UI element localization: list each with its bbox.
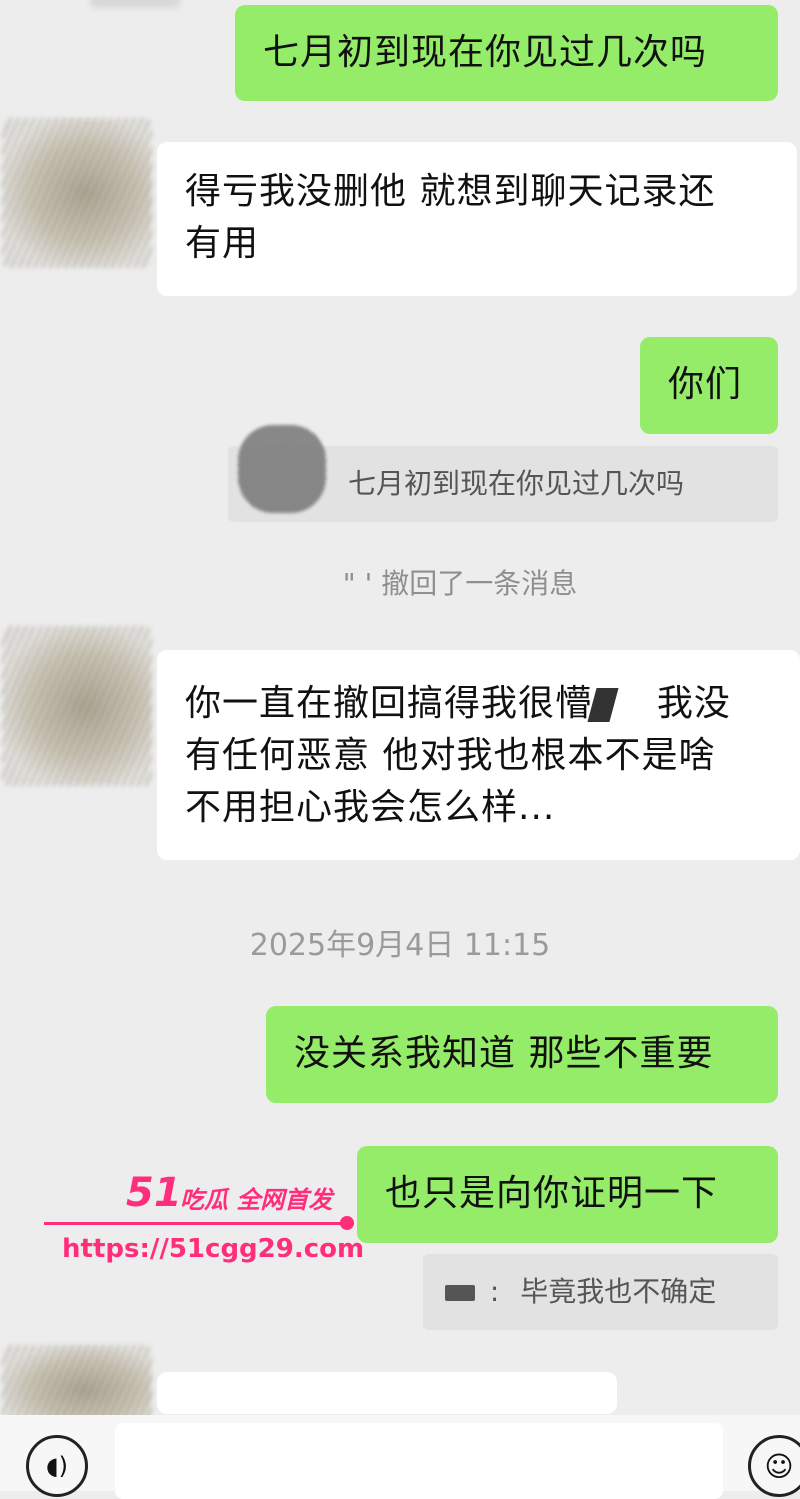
status-bar-fragment [90, 0, 180, 8]
sent-message-bubble[interactable]: 也只是向你证明一下 [357, 1146, 778, 1243]
message-text-line: 有任何恶意 他对我也根本不是啥 [185, 735, 716, 776]
message-text: 七月初到现在你见过几次吗 [263, 32, 708, 73]
message-input[interactable] [115, 1423, 723, 1499]
quoted-text: 七月初到现在你见过几次吗 [348, 467, 685, 500]
emoji-icon[interactable]: ☺ [748, 1435, 800, 1497]
message-text-line: 不用担心我会怎么样... [185, 787, 556, 828]
sent-message-bubble[interactable]: 七月初到现在你见过几次吗 [235, 5, 778, 101]
sent-message-bubble[interactable]: 你们 [640, 337, 778, 434]
sent-message-bubble[interactable]: 没关系我知道 那些不重要 [266, 1006, 778, 1103]
quote-separator: : [489, 1275, 500, 1308]
message-text-line: 你一直在撤回搞得我很懵 我没 [185, 678, 772, 730]
message-text: 你一直在撤回搞得我很懵 [185, 683, 593, 724]
received-message-bubble[interactable]: 得亏我没删他 就想到聊天记录还 有用 [157, 142, 797, 296]
recall-text: 撤回了一条消息 [381, 567, 578, 600]
watermark-circuit-dot [340, 1216, 354, 1230]
watermark-brand-text: 吃瓜 全网首发 [180, 1186, 333, 1214]
redaction-mark [587, 688, 620, 722]
quoted-message[interactable]: : 毕竟我也不确定 [423, 1254, 778, 1330]
received-message-bubble[interactable]: 你一直在撤回搞得我很懵 我没 有任何恶意 他对我也根本不是啥 不用担心我会怎么样… [157, 650, 800, 860]
redacted-name-block [445, 1285, 475, 1301]
message-text: 没关系我知道 那些不重要 [294, 1033, 714, 1074]
timestamp: 2025年9月4日 11:15 [249, 928, 551, 963]
recall-prefix: " ' [342, 567, 373, 600]
input-bar: ◖) ☺ [0, 1415, 800, 1499]
message-text: 你们 [668, 364, 743, 405]
watermark-circuit-line [44, 1222, 354, 1225]
watermark-url: https://51cgg29.com [62, 1234, 365, 1264]
redacted-name-scribble [238, 425, 326, 513]
message-text-line: 有用 [185, 223, 260, 264]
watermark-brand-number: 51 [126, 1170, 182, 1216]
message-text-line: 得亏我没删他 就想到聊天记录还 [185, 171, 716, 212]
watermark: 51 吃瓜 全网首发 https://51cgg29.com [44, 1170, 364, 1280]
quoted-text: 毕竟我也不确定 [520, 1275, 717, 1308]
contact-avatar[interactable] [2, 118, 152, 268]
contact-avatar[interactable] [2, 626, 152, 786]
voice-icon[interactable]: ◖) [26, 1435, 88, 1497]
recall-notice: " ' 撤回了一条消息 [0, 562, 800, 602]
received-message-bubble-partial[interactable] [157, 1372, 617, 1414]
message-text: 我没 [656, 683, 731, 724]
message-text: 也只是向你证明一下 [385, 1173, 719, 1214]
